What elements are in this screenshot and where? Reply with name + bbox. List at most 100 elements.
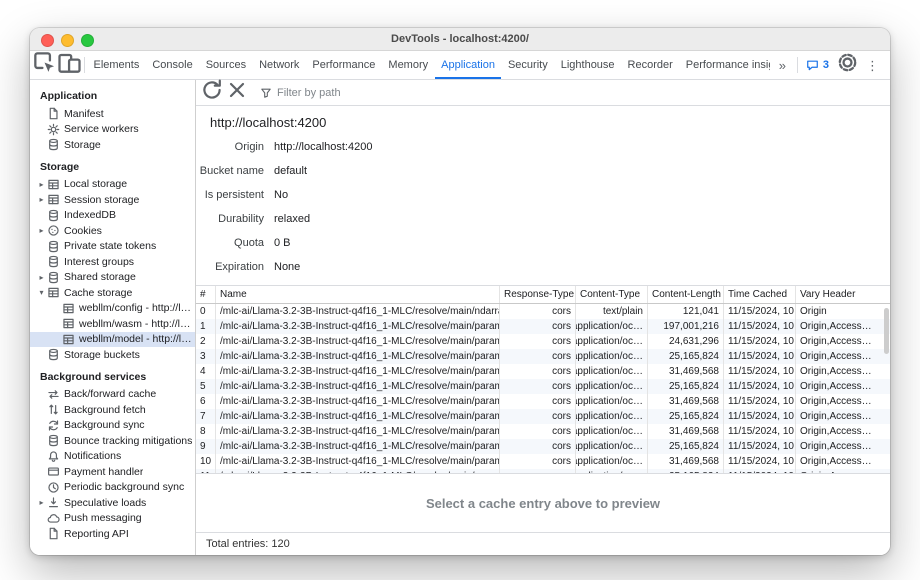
cache-entry-row[interactable]: 0/mlc-ai/Llama-3.2-3B-Instruct-q4f16_1-M… (196, 304, 890, 319)
sidebar-item-background-fetch[interactable]: Background fetch (30, 402, 195, 418)
cell-name: /mlc-ai/Llama-3.2-3B-Instruct-q4f16_1-ML… (216, 439, 500, 454)
expander-icon[interactable]: ▾ (36, 288, 47, 297)
expander-icon[interactable]: ▸ (36, 195, 47, 204)
filter-input[interactable] (277, 87, 886, 99)
console-messages-button[interactable]: 3 (800, 51, 835, 79)
sidebar-item-manifest[interactable]: Manifest (30, 106, 195, 122)
sidebar-item-label: Push messaging (64, 512, 142, 524)
cell-content-type: text/plain (576, 304, 648, 319)
cache-entry-row[interactable]: 9/mlc-ai/Llama-3.2-3B-Instruct-q4f16_1-M… (196, 439, 890, 454)
delete-selected-button[interactable] (225, 78, 249, 107)
tab-application[interactable]: Application (435, 51, 502, 79)
cache-entry-row[interactable]: 6/mlc-ai/Llama-3.2-3B-Instruct-q4f16_1-M… (196, 394, 890, 409)
tab-label: Network (259, 59, 299, 71)
traffic-lights (41, 34, 94, 47)
cache-entry-row[interactable]: 4/mlc-ai/Llama-3.2-3B-Instruct-q4f16_1-M… (196, 364, 890, 379)
sidebar-item-service-workers[interactable]: Service workers (30, 122, 195, 138)
sidebar-item-back-forward-cache[interactable]: Back/forward cache (30, 387, 195, 403)
sidebar-item-private-state-tokens[interactable]: Private state tokens (30, 239, 195, 255)
more-options-button[interactable]: ⋮ (860, 51, 885, 79)
sidebar-item-storage-buckets[interactable]: Storage buckets (30, 347, 195, 363)
tab-recorder[interactable]: Recorder (621, 51, 679, 79)
tab-sources[interactable]: Sources (199, 51, 252, 79)
sidebar-item-cache-storage[interactable]: ▾Cache storage (30, 285, 195, 301)
cache-entry-row[interactable]: 8/mlc-ai/Llama-3.2-3B-Instruct-q4f16_1-M… (196, 424, 890, 439)
tab-elements[interactable]: Elements (87, 51, 146, 79)
sidebar-item-indexeddb[interactable]: IndexedDB (30, 208, 195, 224)
tabbar-right-controls: » 3 ⋮ (770, 51, 888, 79)
expander-icon[interactable]: ▸ (36, 498, 47, 507)
column-header-content-length[interactable]: Content-Length (648, 286, 724, 303)
sidebar-item-cookies[interactable]: ▸Cookies (30, 223, 195, 239)
sidebar-item-speculative-loads[interactable]: ▸Speculative loads (30, 495, 195, 511)
sidebar-item-notifications[interactable]: Notifications (30, 449, 195, 465)
meta-value: None (274, 261, 300, 273)
tab-memory[interactable]: Memory (382, 51, 435, 79)
tab-performance[interactable]: Performance (306, 51, 382, 79)
sidebar-item-webllm-wasm-http-loca[interactable]: webllm/wasm - http://loca… (30, 316, 195, 332)
tab-console[interactable]: Console (146, 51, 199, 79)
cache-entry-row[interactable]: 10/mlc-ai/Llama-3.2-3B-Instruct-q4f16_1-… (196, 454, 890, 469)
close-window-button[interactable] (41, 34, 54, 47)
cache-entry-row[interactable]: 3/mlc-ai/Llama-3.2-3B-Instruct-q4f16_1-M… (196, 349, 890, 364)
sidebar-item-local-storage[interactable]: ▸Local storage (30, 177, 195, 193)
column-header-vary-header[interactable]: Vary Header (796, 286, 890, 303)
tab-network[interactable]: Network (253, 51, 306, 79)
sidebar-item-shared-storage[interactable]: ▸Shared storage (30, 270, 195, 286)
settings-button[interactable] (835, 51, 860, 79)
zoom-window-button[interactable] (81, 34, 94, 47)
expander-icon[interactable]: ▸ (36, 180, 47, 189)
meta-value: 0 B (274, 237, 291, 249)
expander-icon[interactable]: ▸ (36, 226, 47, 235)
cache-entry-row[interactable]: 1/mlc-ai/Llama-3.2-3B-Instruct-q4f16_1-M… (196, 319, 890, 334)
column-header-response-type[interactable]: Response-Type (500, 286, 576, 303)
expander-icon[interactable]: ▸ (36, 273, 47, 282)
cache-entry-row[interactable]: 11/mlc-ai/Llama-3.2-3B-Instruct-q4f16_1-… (196, 469, 890, 473)
column-header-time-cached[interactable]: Time Cached (724, 286, 796, 303)
column-header-index[interactable]: # (196, 286, 216, 303)
database-icon (47, 271, 60, 284)
tab-performance-insights[interactable]: Performance insights (679, 51, 770, 79)
sidebar-item-bounce-tracking-mitigations[interactable]: Bounce tracking mitigations (30, 433, 195, 449)
tab-lighthouse[interactable]: Lighthouse (554, 51, 621, 79)
cell-name: /mlc-ai/Llama-3.2-3B-Instruct-q4f16_1-ML… (216, 349, 500, 364)
cell-content-type: application/oc… (576, 334, 648, 349)
cell-time-cached: 11/15/2024, 10… (724, 394, 796, 409)
sidebar-item-push-messaging[interactable]: Push messaging (30, 511, 195, 527)
sidebar-item-webllm-config-http-loc[interactable]: webllm/config - http://loc… (30, 301, 195, 317)
sidebar-item-label: Notifications (64, 450, 121, 462)
tab-label: Performance insights (686, 59, 770, 71)
device-toolbar-button[interactable] (57, 51, 82, 79)
table-icon (47, 193, 60, 206)
sidebar-item-storage[interactable]: Storage (30, 137, 195, 153)
meta-value: No (274, 189, 288, 201)
cell-vary: Origin,Access… (796, 319, 890, 334)
sidebar-item-label: Bounce tracking mitigations (64, 435, 192, 447)
cell-response-type: cors (500, 469, 576, 473)
table-vertical-scrollbar[interactable] (884, 308, 889, 354)
cell-content-length: 31,469,568 (648, 364, 724, 379)
sidebar-item-payment-handler[interactable]: Payment handler (30, 464, 195, 480)
tab-security[interactable]: Security (501, 51, 554, 79)
sidebar-item-background-sync[interactable]: Background sync (30, 418, 195, 434)
meta-row-is-persistent: Is persistentNo (196, 183, 890, 207)
sidebar-item-webllm-model-http-loc[interactable]: webllm/model - http://loc… (30, 332, 195, 348)
inspect-element-button[interactable] (32, 51, 57, 79)
cache-entry-row[interactable]: 2/mlc-ai/Llama-3.2-3B-Instruct-q4f16_1-M… (196, 334, 890, 349)
inspect-icon (32, 50, 57, 80)
cell-vary: Origin,Access… (796, 439, 890, 454)
more-panels-button[interactable]: » (770, 51, 795, 79)
sidebar-item-session-storage[interactable]: ▸Session storage (30, 192, 195, 208)
cache-entry-row[interactable]: 5/mlc-ai/Llama-3.2-3B-Instruct-q4f16_1-M… (196, 379, 890, 394)
meta-row-quota: Quota0 B (196, 231, 890, 255)
cache-entry-row[interactable]: 7/mlc-ai/Llama-3.2-3B-Instruct-q4f16_1-M… (196, 409, 890, 424)
minimize-window-button[interactable] (61, 34, 74, 47)
refresh-button[interactable] (200, 78, 224, 107)
sidebar-item-reporting-api[interactable]: Reporting API (30, 526, 195, 542)
cell-vary: Origin,Access… (796, 349, 890, 364)
sidebar-item-periodic-background-sync[interactable]: Periodic background sync (30, 480, 195, 496)
cell-response-type: cors (500, 379, 576, 394)
column-header-content-type[interactable]: Content-Type (576, 286, 648, 303)
sidebar-item-interest-groups[interactable]: Interest groups (30, 254, 195, 270)
column-header-name[interactable]: Name (216, 286, 500, 303)
